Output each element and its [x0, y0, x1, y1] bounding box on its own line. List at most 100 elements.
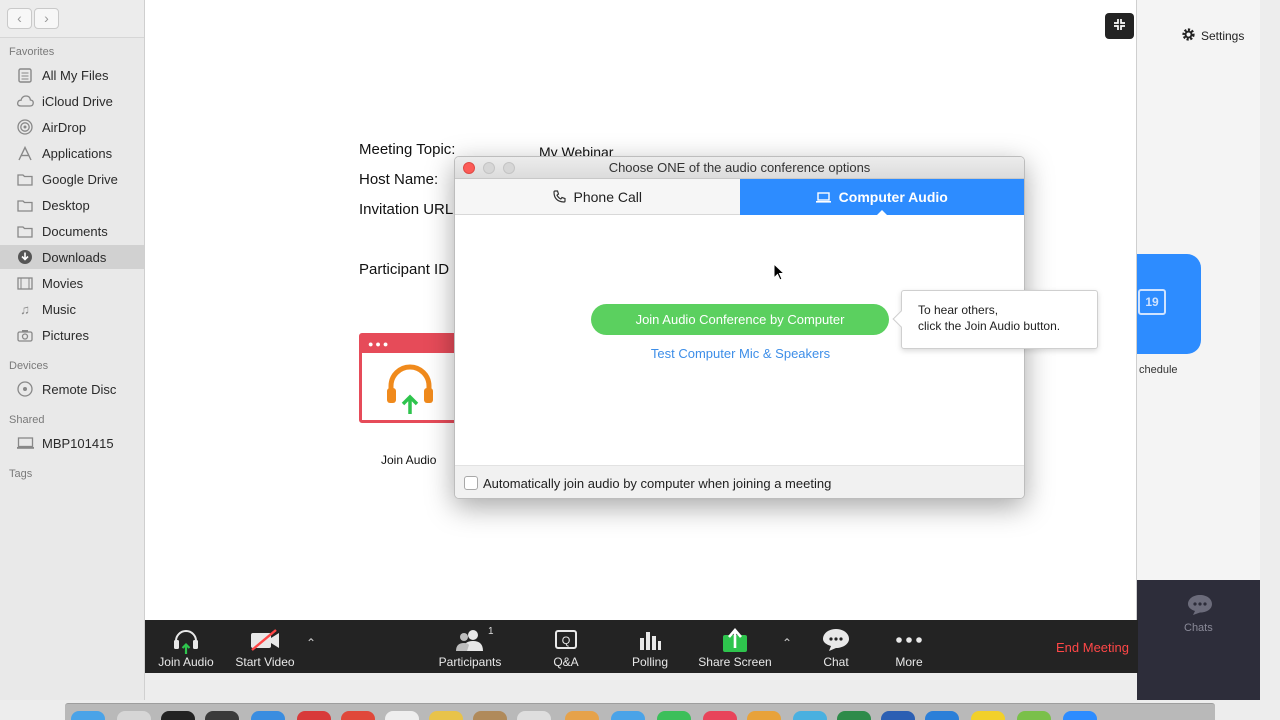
tooltip-line-1: To hear others,	[918, 303, 999, 317]
qa-button[interactable]: Q Q&A	[545, 620, 587, 673]
sidebar-item-label: AirDrop	[42, 119, 87, 135]
app-dock-icon[interactable]	[747, 711, 781, 720]
phone-icon	[552, 190, 566, 203]
start-video-button[interactable]: Start Video	[233, 620, 297, 673]
app-dock-icon[interactable]	[565, 711, 599, 720]
sidebar-item-label: iCloud Drive	[42, 93, 113, 109]
sidebar-item-all-my-files[interactable]: All My Files	[0, 63, 144, 87]
meeting-topic-label: Meeting Topic:	[359, 141, 456, 158]
qa-icon: Q	[553, 625, 579, 655]
app-dock-icon[interactable]	[297, 711, 331, 720]
sidebar-item-label: All My Files	[42, 67, 109, 83]
chat-icon	[822, 625, 850, 655]
chat-bubble-icon[interactable]	[1187, 594, 1213, 619]
share-screen-button[interactable]: Share Screen	[697, 620, 773, 673]
join-audio-tile[interactable]: ●●●	[359, 333, 457, 423]
applications-icon	[16, 144, 34, 162]
app-dock-icon[interactable]	[1017, 711, 1051, 720]
finder-dock-icon[interactable]	[71, 711, 105, 720]
launchpad-dock-icon[interactable]	[117, 711, 151, 720]
sidebar-item-music[interactable]: ♫ Music	[0, 297, 144, 321]
polling-label: Polling	[631, 655, 669, 669]
schedule-label: chedule	[1139, 364, 1178, 376]
activity-dock-icon[interactable]	[205, 711, 239, 720]
app-dock-icon[interactable]	[925, 711, 959, 720]
app-dock-icon[interactable]	[703, 711, 737, 720]
test-mic-speakers-label: Test Computer Mic & Speakers	[650, 346, 831, 361]
sidebar-item-pictures[interactable]: Pictures	[0, 323, 144, 347]
laptop-icon	[815, 191, 831, 203]
tags-header: Tags	[9, 468, 33, 480]
join-audio-tile-label: Join Audio	[381, 453, 437, 467]
end-meeting-button[interactable]: End Meeting	[1056, 640, 1129, 655]
sidebar-item-applications[interactable]: Applications	[0, 141, 144, 165]
share-screen-label: Share Screen	[698, 655, 772, 669]
sidebar-item-label: Pictures	[42, 327, 89, 343]
more-button[interactable]: More	[890, 620, 928, 673]
music-icon: ♫	[20, 301, 30, 317]
tab-phone-call[interactable]: Phone Call	[455, 179, 740, 215]
polling-button[interactable]: Polling	[627, 620, 673, 673]
join-audio-by-computer-button[interactable]: Join Audio Conference by Computer	[591, 304, 889, 335]
close-window-button[interactable]	[463, 162, 475, 174]
chat-label: Chat	[823, 655, 849, 669]
sidebar-item-airdrop[interactable]: AirDrop	[0, 115, 144, 139]
exit-fullscreen-button[interactable]	[1105, 13, 1134, 39]
join-audio-label: Join Audio	[158, 655, 214, 669]
sidebar-item-downloads[interactable]: Downloads	[0, 245, 144, 269]
app-dock-icon[interactable]	[473, 711, 507, 720]
excel-dock-icon[interactable]	[837, 711, 871, 720]
participants-icon	[455, 625, 485, 655]
auto-join-label: Automatically join audio by computer whe…	[483, 475, 832, 491]
sidebar-item-remote-disc[interactable]: Remote Disc	[0, 377, 144, 401]
back-button[interactable]: ‹	[7, 8, 32, 29]
tooltip-line-2: click the Join Audio button.	[918, 319, 1061, 333]
forward-button[interactable]: ›	[34, 8, 59, 29]
movies-icon	[16, 274, 34, 292]
video-options-caret-icon[interactable]: ⌃	[306, 636, 316, 650]
sidebar-item-documents[interactable]: Documents	[0, 219, 144, 243]
sidebar-item-desktop[interactable]: Desktop	[0, 193, 144, 217]
word-dock-icon[interactable]	[881, 711, 915, 720]
finder-toolbar: ‹ ›	[0, 0, 145, 38]
tab-computer-audio[interactable]: Computer Audio	[739, 179, 1024, 216]
collapse-icon	[1113, 18, 1126, 34]
minimize-window-button[interactable]	[483, 162, 495, 174]
folder-icon	[16, 196, 34, 214]
tab-phone-call-label: Phone Call	[573, 188, 643, 205]
zoom-dock-icon[interactable]	[1063, 711, 1097, 720]
sidebar-item-label: Music	[42, 301, 76, 317]
sidebar-item-mbp101415[interactable]: MBP101415	[0, 431, 144, 455]
devices-header: Devices	[9, 360, 49, 372]
terminal-dock-icon[interactable]	[161, 711, 195, 720]
active-tab-notch	[875, 210, 888, 216]
settings-button[interactable]: Settings	[1181, 27, 1244, 45]
safari-dock-icon[interactable]	[251, 711, 285, 720]
app-dock-icon[interactable]	[517, 711, 551, 720]
sidebar-item-google-drive[interactable]: Google Drive	[0, 167, 144, 191]
headphone-icon	[173, 625, 199, 655]
app-dock-icon[interactable]	[341, 711, 375, 720]
app-dock-icon[interactable]	[971, 711, 1005, 720]
dialog-title: Choose ONE of the audio conference optio…	[455, 157, 1024, 179]
more-label: More	[895, 655, 923, 669]
notes-dock-icon[interactable]	[429, 711, 463, 720]
zoom-window-button[interactable]	[503, 162, 515, 174]
auto-join-checkbox[interactable]	[464, 476, 478, 490]
meeting-toolbar: Join Audio Start Video ⌃ Participants 1 …	[145, 620, 1138, 673]
chat-button[interactable]: Chat	[817, 620, 855, 673]
app-dock-icon[interactable]	[611, 711, 645, 720]
messages-dock-icon[interactable]	[657, 711, 691, 720]
share-options-caret-icon[interactable]: ⌃	[782, 636, 792, 650]
schedule-button[interactable]: 19	[1137, 254, 1201, 354]
favorites-header: Favorites	[9, 46, 55, 58]
computer-icon	[16, 434, 34, 452]
app-dock-icon[interactable]	[385, 711, 419, 720]
host-name-label: Host Name:	[359, 171, 439, 188]
sidebar-item-icloud-drive[interactable]: iCloud Drive	[0, 89, 144, 113]
sidebar-item-movies[interactable]: Movies	[0, 271, 144, 295]
tile-titlebar: ●●●	[362, 336, 454, 353]
app-dock-icon[interactable]	[793, 711, 827, 720]
join-audio-button[interactable]: Join Audio	[157, 620, 215, 673]
tab-computer-audio-label: Computer Audio	[838, 189, 948, 205]
